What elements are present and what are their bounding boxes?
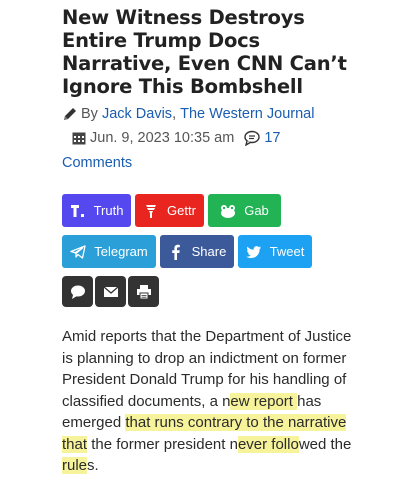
facebook-share-button[interactable]: Share: [160, 235, 234, 268]
facebook-icon: [171, 244, 180, 260]
utility-buttons-row: [62, 276, 159, 307]
comments-link[interactable]: Comments: [62, 155, 132, 171]
pencil-icon: [64, 108, 76, 120]
gab-frog-icon: [221, 204, 236, 218]
twitter-bird-icon: [245, 245, 261, 258]
comments-icon[interactable]: [244, 130, 262, 146]
gab-button-label: Gab: [244, 203, 269, 218]
highlighted-text: rule: [62, 457, 88, 474]
article-body: Amid reports that the Department of Just…: [62, 326, 352, 477]
gettr-button-label: Gettr: [167, 203, 196, 218]
truth-button-label: Truth: [93, 203, 124, 218]
highlighted-text: ever follo: [237, 435, 299, 453]
share-buttons-row-2: Telegram Share Tweet: [62, 235, 312, 268]
truth-social-icon: [70, 204, 84, 217]
telegram-button-label: Telegram: [94, 244, 148, 259]
print-icon: [136, 284, 151, 299]
facebook-button-label: Share: [191, 244, 227, 259]
print-button[interactable]: [128, 276, 159, 307]
text-segment: s.: [87, 457, 99, 474]
gab-share-button[interactable]: Gab: [208, 194, 281, 227]
email-button[interactable]: [95, 276, 126, 307]
article-headline: New Witness Destroys Entire Trump Docs N…: [62, 6, 347, 98]
email-icon: [103, 286, 118, 297]
comment-button[interactable]: [62, 276, 93, 307]
gettr-icon: [146, 204, 157, 218]
calendar-icon: [72, 132, 86, 145]
byline-separator: ,: [172, 106, 177, 122]
text-segment: the former president n: [87, 435, 238, 453]
truth-social-share-button[interactable]: Truth: [62, 194, 131, 227]
twitter-button-label: Tweet: [269, 244, 305, 259]
outlet-link[interactable]: The Western Journal: [180, 106, 314, 122]
byline: By Jack Davis, The Western Journal: [62, 106, 314, 122]
speech-bubble-icon: [70, 285, 85, 299]
comment-count-link[interactable]: 17: [264, 130, 280, 146]
publish-date: Jun. 9, 2023 10:35 am: [90, 130, 235, 146]
telegram-plane-icon: [70, 244, 86, 259]
byline-prefix: By: [81, 106, 98, 122]
article-paragraph: Amid reports that the Department of Just…: [62, 326, 352, 477]
share-buttons-row-1: Truth Gettr Gab: [62, 194, 281, 227]
article-page: New Witness Destroys Entire Trump Docs N…: [0, 0, 400, 500]
author-link[interactable]: Jack Davis: [102, 106, 172, 122]
text-segment: wed the: [298, 435, 352, 453]
telegram-share-button[interactable]: Telegram: [62, 235, 156, 268]
highlighted-text: ew report: [230, 392, 298, 410]
dateline: Jun. 9, 2023 10:35 am 17: [72, 130, 280, 146]
twitter-share-button[interactable]: Tweet: [238, 235, 312, 268]
gettr-share-button[interactable]: Gettr: [135, 194, 204, 227]
